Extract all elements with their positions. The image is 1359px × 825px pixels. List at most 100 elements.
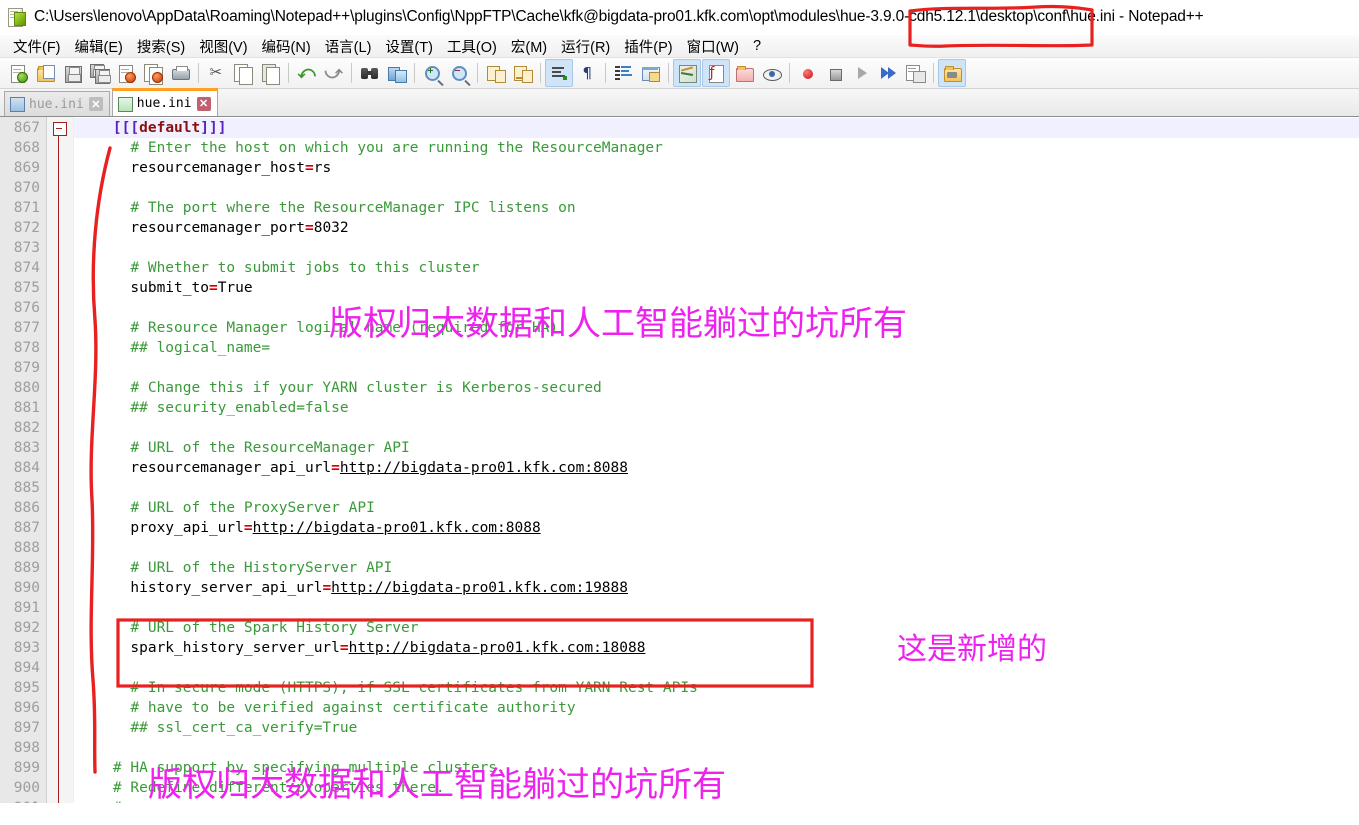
menu-encoding[interactable]: 编码(N)	[255, 35, 318, 58]
tab-hue-ini-1[interactable]: hue.ini ✕	[4, 91, 110, 116]
code-token-cmt: # have to be verified against certificat…	[78, 700, 576, 716]
zoom-out-icon[interactable]	[446, 60, 472, 86]
code-line: # e.g.	[74, 798, 1359, 803]
tab-hue-ini-2[interactable]: hue.ini ✕	[111, 88, 218, 116]
close-icon[interactable]: ✕	[196, 96, 211, 111]
menu-settings[interactable]: 设置(T)	[378, 35, 440, 58]
line-number: 881	[13, 400, 40, 416]
code-token-url[interactable]: http://bigdata-pro01.kfk.com:8088	[253, 520, 541, 536]
user-defined-dialog-icon[interactable]	[637, 60, 663, 86]
line-number: 887	[13, 520, 40, 536]
document-map-icon[interactable]	[673, 59, 701, 87]
code-line: submit_to=True	[74, 278, 1359, 298]
code-line: # URL of the HistoryServer API	[74, 558, 1359, 578]
menu-edit[interactable]: 编辑(E)	[68, 35, 130, 58]
save-all-icon[interactable]	[86, 60, 112, 86]
code-token-cmt: # Change this if your YARN cluster is Ke…	[78, 380, 602, 396]
code-token-eq: =	[339, 640, 349, 656]
code-text-area[interactable]: [[[default]]] # Enter the host on which …	[74, 117, 1359, 803]
menu-help[interactable]: ?	[746, 37, 768, 55]
open-file-icon[interactable]	[32, 60, 58, 86]
code-line: # URL of the Spark History Server	[74, 618, 1359, 638]
line-number: 886	[13, 500, 40, 516]
copy-icon[interactable]	[230, 60, 256, 86]
show-all-characters-icon[interactable]: ¶	[574, 60, 600, 86]
sync-vertical-scroll-icon[interactable]	[482, 60, 508, 86]
menu-search[interactable]: 搜索(S)	[130, 35, 192, 58]
toolbar-separator	[288, 63, 289, 83]
code-token-cmt: ## ssl_cert_ca_verify=True	[78, 720, 358, 736]
line-number: 878	[13, 340, 40, 356]
code-token-eq: =	[322, 580, 332, 596]
editor-area[interactable]: 867 868 869 870 871 872 873 874 875 876 877 878 879 8…	[0, 117, 1359, 803]
nppftp-icon[interactable]	[938, 59, 966, 87]
menu-view[interactable]: 视图(V)	[192, 35, 254, 58]
menu-window[interactable]: 窗口(W)	[680, 35, 746, 58]
line-number: 899	[13, 760, 40, 776]
record-macro-icon[interactable]	[794, 60, 820, 86]
indent-guide-icon[interactable]	[610, 60, 636, 86]
save-macro-icon[interactable]	[902, 60, 928, 86]
folder-as-workspace-icon[interactable]	[731, 60, 757, 86]
code-line: ## security_enabled=false	[74, 398, 1359, 418]
fold-margin[interactable]	[47, 117, 74, 803]
file-icon	[10, 97, 25, 112]
line-number: 897	[13, 720, 40, 736]
toolbar-separator	[933, 63, 934, 83]
code-token-url[interactable]: http://bigdata-pro01.kfk.com:19888	[331, 580, 628, 596]
menu-tools[interactable]: 工具(O)	[440, 35, 504, 58]
stop-recording-icon[interactable]	[821, 60, 847, 86]
code-line: # Change this if your YARN cluster is Ke…	[74, 378, 1359, 398]
new-file-icon[interactable]	[5, 60, 31, 86]
sync-horizontal-scroll-icon[interactable]	[509, 60, 535, 86]
menu-plugins[interactable]: 插件(P)	[617, 35, 679, 58]
fold-margin-row[interactable]	[47, 118, 73, 138]
code-token-plain: True	[217, 280, 253, 296]
menu-macro[interactable]: 宏(M)	[504, 35, 554, 58]
menu-language[interactable]: 语言(L)	[318, 35, 379, 58]
find-icon[interactable]	[356, 60, 382, 86]
fold-margin-row	[47, 418, 73, 438]
close-file-icon[interactable]	[113, 60, 139, 86]
fold-collapse-icon[interactable]	[53, 122, 67, 136]
word-wrap-icon[interactable]	[545, 59, 573, 87]
line-number: 890	[13, 580, 40, 596]
code-token-url[interactable]: http://bigdata-pro01.kfk.com:8088	[340, 460, 628, 476]
code-token-cmt: # URL of the ResourceManager API	[78, 440, 410, 456]
toolbar: ✂ ⤺ ⤻ ¶ ƒ	[0, 58, 1359, 89]
line-number: 893	[13, 640, 40, 656]
code-token-url[interactable]: http://bigdata-pro01.kfk.com:18088	[349, 640, 646, 656]
close-icon[interactable]: ✕	[88, 97, 103, 111]
menu-file[interactable]: 文件(F)	[6, 35, 68, 58]
cut-icon[interactable]: ✂	[203, 60, 229, 86]
code-line: history_server_api_url=http://bigdata-pr…	[74, 578, 1359, 598]
monitoring-icon[interactable]	[758, 60, 784, 86]
code-line: # Whether to submit jobs to this cluster	[74, 258, 1359, 278]
zoom-in-icon[interactable]	[419, 60, 445, 86]
code-token-plain: spark_history_server_url	[78, 640, 340, 656]
function-list-icon[interactable]: ƒ	[702, 59, 730, 87]
redo-icon[interactable]: ⤻	[320, 60, 346, 86]
code-token-plain: submit_to	[78, 280, 209, 296]
code-token-eq: =	[304, 220, 314, 236]
code-line: # Resource Manager logical name (require…	[74, 318, 1359, 338]
undo-icon[interactable]: ⤺	[293, 60, 319, 86]
line-number: 892	[13, 620, 40, 636]
print-icon[interactable]	[167, 60, 193, 86]
paste-icon[interactable]	[257, 60, 283, 86]
line-number: 877	[13, 320, 40, 336]
code-token-plain: proxy_api_url	[78, 520, 244, 536]
save-icon[interactable]	[59, 60, 85, 86]
play-macro-icon[interactable]	[848, 60, 874, 86]
fold-margin-row	[47, 698, 73, 718]
menu-bar: 文件(F) 编辑(E) 搜索(S) 视图(V) 编码(N) 语言(L) 设置(T…	[0, 35, 1359, 58]
code-token-cmt: # Redefine different properties there.	[78, 780, 445, 796]
run-macro-multiple-icon[interactable]	[875, 60, 901, 86]
menu-run[interactable]: 运行(R)	[554, 35, 617, 58]
close-all-files-icon[interactable]	[140, 60, 166, 86]
code-token-plain: resourcemanager_port	[78, 220, 305, 236]
replace-icon[interactable]	[383, 60, 409, 86]
